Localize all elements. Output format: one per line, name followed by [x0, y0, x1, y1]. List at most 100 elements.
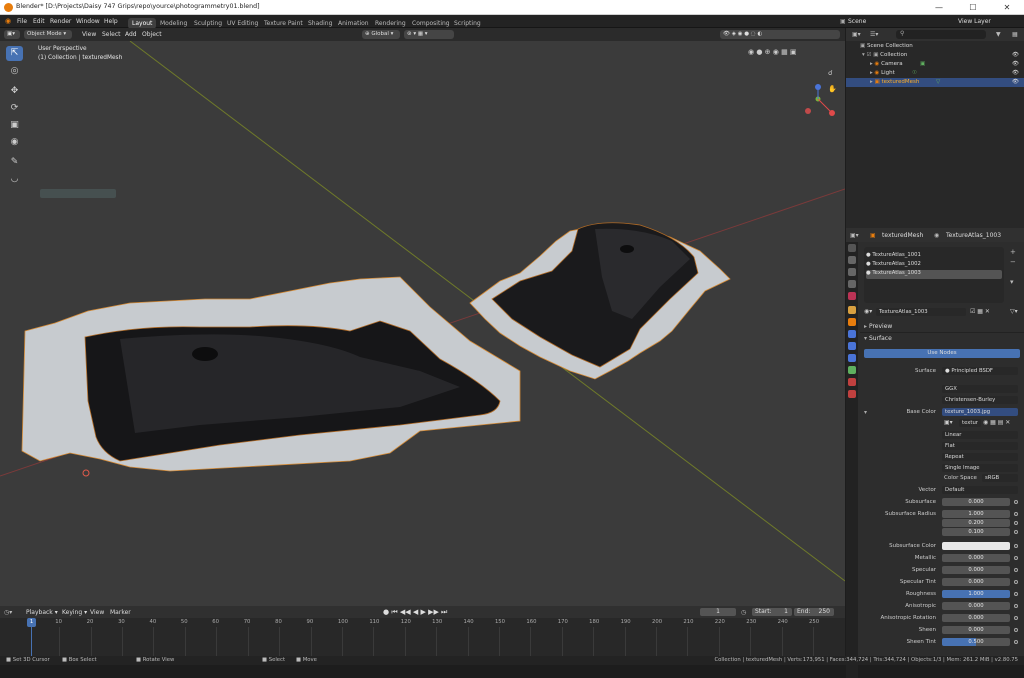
cursor-3d-tool-icon[interactable]: ◎ — [6, 64, 23, 79]
menu-render[interactable]: Render — [50, 18, 71, 25]
param-field[interactable]: 0.100 — [942, 528, 1010, 536]
editor-type-icon[interactable]: ▣▾ — [4, 30, 20, 39]
param-field[interactable]: 0.000 — [942, 554, 1010, 562]
image-actions[interactable]: ◉ ▦ ▤ ✕ — [983, 419, 1010, 426]
param-field[interactable]: 0.000 — [942, 602, 1010, 610]
blender-menu-icon[interactable]: ◉ — [5, 17, 11, 25]
search-icon[interactable]: ⚲ — [896, 30, 986, 39]
material-slots-list[interactable]: ● TextureAtlas_1001 ● TextureAtlas_1002 … — [864, 247, 1004, 303]
param-field[interactable]: 1.000 — [942, 590, 1010, 598]
close-icon[interactable]: ✕ — [990, 0, 1024, 15]
image-name-field[interactable]: textur — [959, 419, 981, 427]
properties-editor-icon[interactable]: ▣▾ — [850, 232, 859, 239]
material-browse-icon[interactable]: ◉▾ — [864, 308, 872, 315]
socket-link-icon[interactable] — [1014, 512, 1018, 516]
param-field[interactable]: 0.000 — [942, 614, 1010, 622]
mode-select[interactable]: Object Mode ▾ — [24, 30, 72, 39]
tab-object[interactable] — [848, 318, 856, 326]
tab-modifiers[interactable] — [848, 330, 856, 338]
outliner-row-light[interactable]: ▸ ◉ Light ☉ 👁 — [846, 69, 1024, 78]
menu-help[interactable]: Help — [104, 18, 118, 25]
playhead[interactable]: 1 — [27, 618, 36, 627]
3d-viewport[interactable]: User Perspective (1) Collection | textur… — [0, 41, 845, 606]
filter-icon[interactable]: ▼ — [996, 31, 1001, 38]
param-field[interactable]: 0.500 — [942, 638, 1010, 646]
view-layer-label[interactable]: View Layer — [958, 18, 991, 25]
outliner-row-camera[interactable]: ▸ ◉ Camera ▣ 👁 — [846, 60, 1024, 69]
outliner-row-texturedmesh[interactable]: ▸ ▣ texturedMesh ▽ 👁 — [846, 78, 1024, 87]
minimize-icon[interactable]: — — [922, 0, 956, 15]
outliner-row-collection[interactable]: ▾ ☑ ▣ Collection 👁 — [846, 51, 1024, 60]
socket-link-icon[interactable] — [1014, 616, 1018, 620]
projection-select[interactable]: Flat — [942, 442, 1018, 450]
cursor-icon[interactable]: ⇱ — [6, 46, 23, 61]
tab-tool[interactable] — [848, 244, 856, 252]
vp-menu-view[interactable]: View — [82, 31, 96, 38]
scale-icon[interactable]: ▣ — [6, 118, 23, 133]
outliner-editor-icon[interactable]: ▣▾ — [852, 31, 861, 38]
image-browse-icon[interactable]: ▣▾ — [944, 419, 953, 426]
param-field[interactable] — [942, 542, 1010, 550]
source-select[interactable]: Single Image — [942, 464, 1018, 472]
outliner[interactable]: ▣▾ ☰▾ ⚲ ▼ ▦ ▣ Scene Collection ▾ ☑ ▣ Col… — [846, 28, 1024, 228]
outliner-row-scene-collection[interactable]: ▣ Scene Collection — [846, 42, 1024, 51]
rotate-icon[interactable]: ⟳ — [6, 101, 23, 116]
vp-menu-add[interactable]: Add — [125, 31, 137, 38]
param-field[interactable]: 0.000 — [942, 498, 1010, 506]
socket-link-icon[interactable] — [1014, 640, 1018, 644]
socket-link-icon[interactable] — [1014, 556, 1018, 560]
transform-icon[interactable]: ◉ — [6, 135, 23, 150]
extension-select[interactable]: Repeat — [942, 453, 1018, 461]
menu-window[interactable]: Window — [76, 18, 100, 25]
interpolation-select[interactable]: Linear — [942, 431, 1018, 439]
socket-link-icon[interactable] — [1014, 544, 1018, 548]
menu-file[interactable]: File — [17, 18, 27, 25]
list-item[interactable]: ● TextureAtlas_1001 — [866, 252, 1002, 260]
socket-link-icon[interactable] — [1014, 568, 1018, 572]
socket-link-icon[interactable] — [1014, 521, 1018, 525]
param-field[interactable]: 0.000 — [942, 566, 1010, 574]
param-field[interactable]: 0.200 — [942, 519, 1010, 527]
tab-view-layer[interactable] — [848, 280, 856, 288]
vp-menu-select[interactable]: Select — [102, 31, 121, 38]
menu-edit[interactable]: Edit — [33, 18, 45, 25]
material-name-field[interactable]: TextureAtlas_1003 — [876, 308, 966, 316]
panel-preview[interactable]: ▸ Preview — [860, 323, 1024, 333]
use-nodes-button[interactable]: Use Nodes — [864, 349, 1020, 358]
material-actions[interactable]: ☑ ▦ ✕ — [970, 308, 990, 315]
surface-shader-field[interactable]: ● Principled BSDF — [942, 367, 1018, 375]
viewport-nav-buttons[interactable]: ◉ ● ⊕ ◉ ▦ ▣ — [748, 48, 838, 60]
base-color-expand[interactable]: ▾ — [864, 409, 867, 416]
slot-controls[interactable]: + − ▾ — [1010, 247, 1016, 287]
tab-output[interactable] — [848, 268, 856, 276]
pan-icon[interactable]: ✋ — [828, 85, 837, 93]
panel-surface[interactable]: ▾ Surface — [860, 335, 1024, 345]
tab-render[interactable] — [848, 256, 856, 264]
material-link-icon[interactable]: ▽▾ — [1010, 308, 1018, 315]
tab-material[interactable] — [848, 378, 856, 386]
scene-label[interactable]: Scene — [848, 18, 866, 25]
color-space-select[interactable]: sRGB — [982, 474, 1018, 482]
socket-link-icon[interactable] — [1014, 592, 1018, 596]
tab-particles[interactable] — [848, 342, 856, 350]
tab-data[interactable] — [848, 366, 856, 374]
measure-icon[interactable]: ◡ — [6, 172, 23, 187]
socket-link-icon[interactable] — [1014, 580, 1018, 584]
socket-link-icon[interactable] — [1014, 604, 1018, 608]
last-operator-panel[interactable] — [40, 189, 116, 198]
new-collection-icon[interactable]: ▦ — [1012, 31, 1018, 38]
tab-texture[interactable] — [848, 390, 856, 398]
param-field[interactable]: 0.000 — [942, 578, 1010, 586]
display-mode-icon[interactable]: ☰▾ — [870, 31, 878, 38]
shading-controls[interactable]: 👁 ◈ ◉ ● ◌ ◐ — [720, 30, 840, 39]
param-field[interactable]: 1.000 — [942, 510, 1010, 518]
snapping-controls[interactable]: ⊛ ▾ ▦ ▾ — [404, 30, 454, 39]
move-icon[interactable]: ✥ — [6, 84, 23, 99]
param-field[interactable]: 0.000 — [942, 626, 1010, 634]
list-item[interactable]: ● TextureAtlas_1002 — [866, 261, 1002, 269]
zoom-icon[interactable]: ☌ — [828, 69, 833, 77]
maximize-icon[interactable]: ☐ — [956, 0, 990, 15]
annotate-icon[interactable]: ✎ — [6, 155, 23, 170]
list-item[interactable]: ● TextureAtlas_1003 — [866, 270, 1002, 279]
timeline[interactable]: ◷▾ Playback ▾ Keying ▾ View Marker ● ⏮ ◀… — [0, 606, 845, 656]
